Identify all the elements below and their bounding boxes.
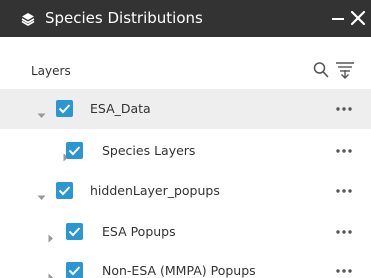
checkmark-icon <box>68 227 81 237</box>
more-options-icon[interactable] <box>334 144 354 158</box>
layer-label: hiddenLayer_popups <box>90 183 220 198</box>
caret-right-icon[interactable] <box>46 228 55 243</box>
layers-heading: Layers <box>31 64 71 78</box>
layer-item-esa-data[interactable]: ESA_Data <box>0 89 371 129</box>
panel-titlebar: Species Distributions <box>0 0 371 37</box>
more-options-icon[interactable] <box>334 184 354 198</box>
layers-toolbar: Layers <box>0 37 371 89</box>
layer-checkbox[interactable] <box>66 142 83 159</box>
layer-list-panel: Species Distributions Layers ESA_Data Sp… <box>0 0 371 278</box>
more-options-icon[interactable] <box>334 264 354 278</box>
layer-label: ESA Popups <box>102 224 176 239</box>
layer-label: ESA_Data <box>90 101 151 116</box>
minimize-button[interactable] <box>331 7 345 29</box>
close-button[interactable] <box>349 8 367 28</box>
search-icon[interactable] <box>313 61 329 79</box>
layers-icon <box>19 10 37 28</box>
more-options-icon[interactable] <box>334 225 354 239</box>
filter-icon[interactable] <box>334 59 356 81</box>
checkmark-icon <box>68 146 81 156</box>
layer-item-species-layers[interactable]: Species Layers <box>0 131 371 171</box>
checkmark-icon <box>58 104 71 114</box>
layer-checkbox[interactable] <box>66 223 83 240</box>
layer-item-hiddenlayer-popups[interactable]: hiddenLayer_popups <box>0 171 371 211</box>
layer-item-non-esa-mmpa-popups[interactable]: Non-ESA (MMPA) Popups <box>0 251 371 278</box>
checkmark-icon <box>68 266 81 276</box>
caret-right-icon[interactable] <box>46 267 55 278</box>
caret-down-icon[interactable] <box>37 105 46 118</box>
layer-checkbox[interactable] <box>56 182 73 199</box>
layer-item-esa-popups[interactable]: ESA Popups <box>0 212 371 252</box>
layer-checkbox[interactable] <box>56 100 73 117</box>
panel-title: Species Distributions <box>45 9 203 27</box>
layer-label: Non-ESA (MMPA) Popups <box>102 263 256 278</box>
caret-down-icon[interactable] <box>37 187 46 200</box>
more-options-icon[interactable] <box>334 102 354 116</box>
layer-checkbox[interactable] <box>66 262 83 278</box>
checkmark-icon <box>58 186 71 196</box>
layer-label: Species Layers <box>102 143 196 158</box>
